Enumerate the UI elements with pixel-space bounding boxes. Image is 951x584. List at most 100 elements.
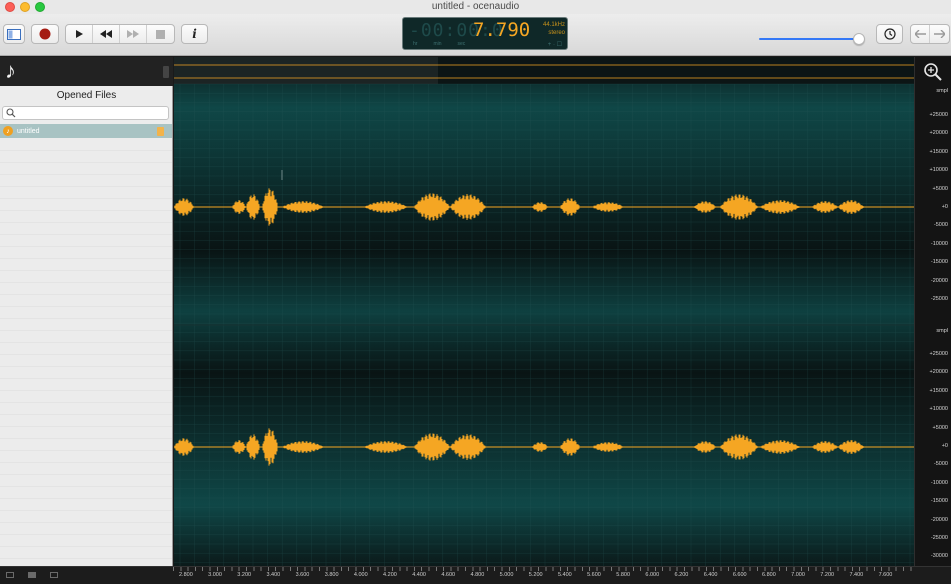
ruler-tick-label: 7.200 xyxy=(820,572,835,578)
unit-sec: sec xyxy=(457,41,466,47)
ruler-tick-label: 7.600 xyxy=(878,572,893,578)
scale-tick-label: +0 xyxy=(941,443,948,449)
ruler-tick-label: 6.400 xyxy=(703,572,718,578)
waveform-canvas[interactable] xyxy=(174,57,914,566)
ruler-tick-label: 4.000 xyxy=(353,572,368,578)
scale-tick-label: -10000 xyxy=(930,479,948,486)
rewind-icon xyxy=(100,30,112,38)
file-name: untitled xyxy=(17,127,40,135)
overview-visible-range[interactable] xyxy=(174,57,438,84)
scale-tick-label: +25000 xyxy=(929,112,948,118)
waveform-view[interactable] xyxy=(174,57,914,566)
clock-icon xyxy=(883,28,896,40)
back-button[interactable] xyxy=(911,25,930,43)
scale-tick-label: +25000 xyxy=(929,351,948,357)
scale-tick-label: -15000 xyxy=(930,259,948,266)
ruler-tick-label: 5.200 xyxy=(528,572,543,578)
history-button[interactable] xyxy=(876,24,903,44)
fast-forward-icon xyxy=(127,30,139,38)
ruler-tick-label: 2.800 xyxy=(179,572,193,578)
ruler-tick-label: 3.800 xyxy=(324,572,339,578)
sidebar-icon xyxy=(7,28,21,40)
current-time: 7.790 xyxy=(473,19,531,41)
scale-tick-label: +15000 xyxy=(929,148,948,155)
scale-tick-label: -25000 xyxy=(930,535,948,541)
toggle-sidebar-button[interactable] xyxy=(3,24,25,44)
scale-tick-label: -5000 xyxy=(933,461,948,468)
time-units: hr min sec xyxy=(413,41,465,47)
arrow-right-icon xyxy=(934,30,945,38)
ruler-tick-label: 3.400 xyxy=(266,572,281,578)
stop-icon xyxy=(156,29,165,39)
scale-tick-label: +5000 xyxy=(932,424,948,431)
window-title: untitled - ocenaudio xyxy=(431,1,520,12)
ruler-tick-label: 6.600 xyxy=(732,572,747,578)
scale-tick-label: +10000 xyxy=(929,406,948,413)
search-icon xyxy=(6,108,16,118)
ruler-tick-label: 7.000 xyxy=(791,572,805,578)
unit-hr: hr xyxy=(413,41,418,47)
scale-tick-label: +15000 xyxy=(929,387,948,394)
scale-tick-label: +20000 xyxy=(929,130,948,137)
time-ruler[interactable]: 2.800 3.000 3.200 3.400 3.600 3.800 4.000 4.200… xyxy=(173,567,915,584)
ruler-tick-label: 5.400 xyxy=(557,572,572,578)
stop-button[interactable] xyxy=(147,25,174,43)
ruler-tick-label: 6.000 xyxy=(645,572,660,578)
ruler-minor-ticks xyxy=(173,567,915,571)
ruler-tick-label: 4.200 xyxy=(383,572,397,578)
ruler-tick-label: 5.000 xyxy=(499,572,514,578)
scale-tick-label: +5000 xyxy=(932,185,948,192)
zoom-icon[interactable] xyxy=(922,62,944,82)
ruler-tick-label: 6.200 xyxy=(674,572,689,578)
lcd-footer: + · ☐ xyxy=(547,42,562,48)
grid-view-icon[interactable] xyxy=(28,572,36,578)
list-view-icon[interactable] xyxy=(6,572,14,578)
scale-tick-label: -25000 xyxy=(930,296,948,302)
ruler-tick-label: 3.000 xyxy=(208,572,222,578)
volume-slider-knob[interactable] xyxy=(852,33,865,45)
ruler-tick-label: 3.600 xyxy=(295,572,310,578)
fast-forward-button[interactable] xyxy=(120,25,147,43)
music-note-icon: ♪ xyxy=(5,58,16,83)
forward-button[interactable] xyxy=(930,25,949,43)
unit-min: min xyxy=(433,41,442,47)
scale-tick-label: -10000 xyxy=(930,240,948,247)
info-button[interactable]: i xyxy=(181,24,208,44)
scale-tick-label: -20000 xyxy=(930,516,948,523)
toolbar: i -00:00:0 7.790 44.1kHz stereo hr min s… xyxy=(0,14,951,56)
ruler-tick-label: 5.600 xyxy=(587,572,601,578)
volume-slider-track xyxy=(759,38,859,40)
sidebar-grip-icon[interactable] xyxy=(163,66,169,78)
scale-tick-label: +10000 xyxy=(929,167,948,174)
column-view-icon[interactable] xyxy=(50,572,58,578)
scale-tick-label: -30000 xyxy=(930,553,948,560)
file-search-input[interactable] xyxy=(2,106,169,120)
ruler-tick-label: 4.800 xyxy=(470,572,485,578)
play-icon xyxy=(76,30,83,38)
ruler-tick-label: 6.800 xyxy=(762,572,776,578)
ruler-tick-label: 7.400 xyxy=(849,572,864,578)
rewind-button[interactable] xyxy=(93,25,120,43)
play-button[interactable] xyxy=(66,25,93,43)
sidebar-header: ♪ xyxy=(0,57,173,86)
volume-slider[interactable] xyxy=(759,33,867,45)
scale-tick-label: +20000 xyxy=(929,369,948,376)
format-info: 44.1kHz stereo xyxy=(539,21,565,37)
sample-rate: 44.1kHz xyxy=(542,22,565,28)
transport-controls xyxy=(65,24,175,44)
channel-mode: stereo xyxy=(548,30,565,36)
navigation-arrows xyxy=(910,24,950,44)
ruler-tick-label: 4.600 xyxy=(441,572,456,578)
ruler-tick-label: 3.200 xyxy=(237,572,252,578)
ruler-tick-label: 5.800 xyxy=(616,572,631,578)
file-list-item[interactable]: ♪ untitled xyxy=(0,124,172,138)
title-bar: untitled - ocenaudio xyxy=(0,0,951,14)
record-button[interactable] xyxy=(31,24,59,44)
time-display: -00:00:0 7.790 44.1kHz stereo hr min sec… xyxy=(402,17,568,50)
info-icon: i xyxy=(192,27,197,41)
scale-tick-label: -20000 xyxy=(930,277,948,284)
amplitude-scale: smpl +25000 +20000 +15000 +10000 +5000 +0 -5000… xyxy=(911,57,951,576)
scale-unit-label: smpl xyxy=(936,88,948,94)
audio-file-icon: ♪ xyxy=(3,126,13,136)
ruler-tick-label: 4.400 xyxy=(412,572,426,578)
